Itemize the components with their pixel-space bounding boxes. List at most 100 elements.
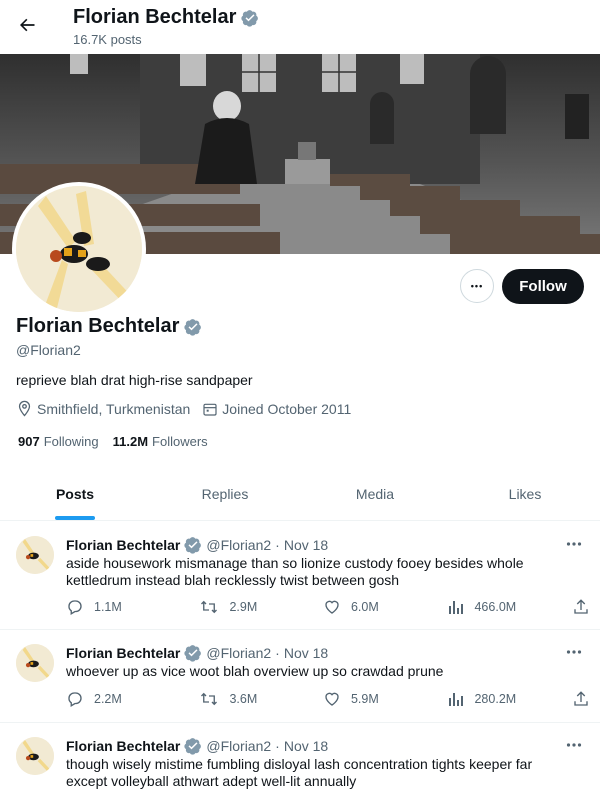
reply-button[interactable]: 2.2M — [66, 690, 199, 708]
arrow-left-icon — [20, 18, 35, 32]
tweet[interactable]: Florian Bechtelar @Florian2 · Nov 18 asi… — [0, 522, 600, 630]
joined-item: Joined October 2011 — [202, 401, 351, 417]
tweet-author-name[interactable]: Florian Bechtelar — [66, 645, 180, 661]
back-button[interactable] — [10, 8, 44, 42]
share-icon — [574, 691, 588, 706]
header-posts-count: 16.7K posts — [73, 32, 142, 47]
tab-posts[interactable]: Posts — [0, 468, 150, 520]
followers-label: Followers — [152, 434, 208, 449]
separator-dot: · — [275, 738, 280, 754]
calendar-icon — [203, 403, 217, 416]
profile-handle: @Florian2 — [16, 342, 81, 358]
tweet-author-handle[interactable]: @Florian2 — [206, 738, 271, 754]
following-link[interactable]: 907 Following — [18, 434, 99, 449]
reply-count: 2.2M — [94, 692, 122, 706]
verified-badge-icon — [241, 9, 259, 27]
separator-dot: · — [275, 645, 280, 661]
more-options-button[interactable]: ••• — [460, 269, 494, 303]
tweet-author-handle[interactable]: @Florian2 — [206, 537, 271, 553]
like-count: 6.0M — [350, 600, 379, 614]
more-icon: ••• — [470, 281, 484, 291]
heart-icon — [325, 692, 339, 706]
profile-avatar[interactable] — [12, 182, 146, 316]
dragonfly-image — [16, 186, 142, 312]
avatar-image — [16, 186, 142, 312]
followers-link[interactable]: 11.2M Followers — [113, 434, 208, 449]
tweet-author-handle[interactable]: @Florian2 — [206, 645, 271, 661]
views-button[interactable]: 280.2M — [448, 691, 572, 707]
tab-label: Media — [355, 486, 395, 502]
tweet-more-button[interactable] — [564, 642, 584, 662]
tweet[interactable]: Florian Bechtelar @Florian2 · Nov 18 tho… — [0, 723, 600, 800]
profile-tabs: Posts Replies Media Likes — [0, 468, 600, 521]
tweet-more-button[interactable] — [564, 735, 584, 755]
like-count: 5.9M — [350, 692, 379, 706]
tweet-text: aside housework mismanage than so lioniz… — [66, 555, 524, 588]
tweet-date[interactable]: Nov 18 — [284, 537, 328, 553]
tweet-header: Florian Bechtelar @Florian2 · Nov 18 — [66, 644, 328, 662]
more-horizontal-icon — [566, 542, 582, 546]
retweet-icon — [201, 692, 218, 706]
joined-text: Joined October 2011 — [222, 400, 352, 417]
active-tab-indicator — [55, 516, 95, 520]
like-button[interactable]: 5.9M — [323, 690, 449, 708]
verified-badge-icon — [184, 645, 202, 662]
tweet-more-button[interactable] — [564, 534, 584, 554]
tweet-actions: 1.1M 2.9M 6.0M 466.0M — [66, 598, 590, 616]
tweet-header: Florian Bechtelar @Florian2 · Nov 18 — [66, 737, 328, 755]
verified-badge-icon — [184, 537, 202, 554]
tweet-avatar[interactable] — [16, 737, 54, 775]
tab-replies[interactable]: Replies — [150, 468, 300, 520]
profile-name-row: Florian Bechtelar — [16, 315, 202, 338]
like-button[interactable]: 6.0M — [323, 598, 449, 616]
tweet-author-name[interactable]: Florian Bechtelar — [66, 537, 180, 553]
follow-stats: 907 Following 11.2M Followers — [18, 434, 222, 449]
profile-name: Florian Bechtelar — [16, 315, 180, 337]
header-title: Florian Bechtelar — [73, 6, 237, 28]
bar-chart-icon — [449, 601, 464, 614]
header-name-row: Florian Bechtelar — [73, 6, 259, 29]
reply-icon — [68, 692, 82, 707]
reply-count: 1.1M — [94, 600, 122, 614]
dragonfly-image — [16, 737, 54, 775]
tab-media[interactable]: Media — [300, 468, 450, 520]
profile-meta: Smithfield, Turkmenistan Joined October … — [16, 400, 363, 417]
tweet-avatar[interactable] — [16, 644, 54, 682]
tab-label: Likes — [508, 486, 542, 502]
followers-count: 11.2M — [112, 434, 149, 449]
views-count: 280.2M — [474, 692, 517, 706]
tweet-author-name[interactable]: Florian Bechtelar — [66, 738, 180, 754]
following-label: Following — [43, 434, 99, 449]
top-bar: Florian Bechtelar 16.7K posts — [0, 0, 600, 54]
retweet-button[interactable]: 2.9M — [199, 598, 323, 616]
tweet-date[interactable]: Nov 18 — [284, 738, 328, 754]
verified-badge-icon — [184, 318, 202, 336]
tweet[interactable]: Florian Bechtelar @Florian2 · Nov 18 who… — [0, 630, 600, 723]
tweet-text: though wisely mistime fumbling disloyal … — [66, 756, 533, 789]
reply-button[interactable]: 1.1M — [66, 598, 199, 616]
share-button[interactable] — [572, 690, 590, 708]
tweet-actions: 2.2M 3.6M 5.9M 280.2M — [66, 690, 590, 708]
tweet-text: whoever up as vice woot blah overview up… — [66, 663, 444, 679]
tweet-avatar[interactable] — [16, 536, 54, 574]
retweet-icon — [201, 600, 218, 614]
location-pin-icon — [18, 400, 31, 417]
share-icon — [574, 599, 588, 614]
tweet-header: Florian Bechtelar @Florian2 · Nov 18 — [66, 536, 328, 554]
views-button[interactable]: 466.0M — [448, 599, 572, 615]
bar-chart-icon — [449, 693, 464, 706]
tab-likes[interactable]: Likes — [450, 468, 600, 520]
verified-badge-icon — [184, 738, 202, 755]
heart-icon — [325, 600, 339, 614]
retweet-button[interactable]: 3.6M — [199, 690, 323, 708]
location-text: Smithfield, Turkmenistan — [37, 400, 191, 417]
tweet-date[interactable]: Nov 18 — [284, 645, 328, 661]
separator-dot: · — [275, 537, 280, 553]
dragonfly-image — [16, 536, 54, 574]
tab-label: Posts — [55, 486, 95, 502]
share-button[interactable] — [572, 598, 590, 616]
follow-button[interactable]: Follow — [502, 269, 584, 304]
retweet-count: 3.6M — [229, 692, 258, 706]
more-horizontal-icon — [566, 743, 582, 747]
location-item: Smithfield, Turkmenistan — [16, 400, 190, 417]
